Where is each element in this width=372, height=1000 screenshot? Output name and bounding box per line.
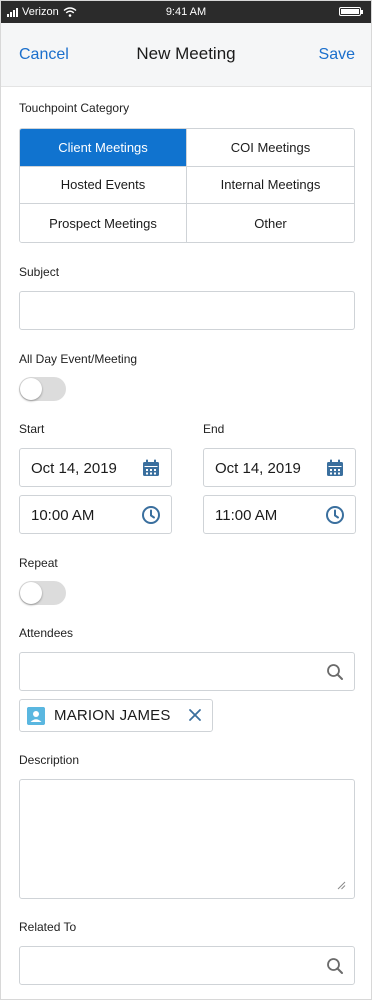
subject-field[interactable]	[19, 291, 355, 330]
subject-label: Subject	[19, 265, 60, 279]
description-label: Description	[19, 753, 80, 767]
clock-icon[interactable]	[325, 505, 345, 525]
attendee-name: MARION JAMES	[54, 707, 171, 724]
nav-bar: Cancel New Meeting Save	[1, 23, 371, 87]
contact-icon	[27, 707, 45, 725]
description-textarea[interactable]	[19, 779, 355, 899]
category-hosted-events[interactable]: Hosted Events	[20, 166, 187, 205]
end-time-value: 11:00 AM	[215, 507, 278, 524]
repeat-toggle[interactable]	[19, 581, 66, 605]
category-coi-meetings[interactable]: COI Meetings	[187, 129, 354, 167]
touchpoint-category-selector: Client Meetings COI Meetings Hosted Even…	[19, 128, 355, 243]
app-frame: Verizon 9:41 AM Cancel New Meeting Save …	[0, 0, 372, 1000]
resize-grip-icon[interactable]	[337, 881, 346, 890]
clock-icon[interactable]	[141, 505, 161, 525]
search-icon[interactable]	[326, 663, 344, 681]
calendar-icon[interactable]	[141, 458, 161, 478]
related-to-label: Related To	[19, 920, 77, 934]
category-client-meetings[interactable]: Client Meetings	[20, 129, 187, 167]
toggle-knob	[20, 378, 42, 400]
start-time-field[interactable]: 10:00 AM	[19, 495, 172, 534]
all-day-toggle[interactable]	[19, 377, 66, 401]
related-to-search-field[interactable]	[19, 946, 355, 985]
end-date-field[interactable]: Oct 14, 2019	[203, 448, 356, 487]
toggle-knob	[20, 582, 42, 604]
start-label: Start	[19, 422, 45, 436]
close-icon[interactable]	[188, 708, 202, 722]
repeat-label: Repeat	[19, 556, 58, 570]
battery-icon	[339, 7, 363, 16]
save-button[interactable]: Save	[319, 46, 355, 64]
status-bar: Verizon 9:41 AM	[1, 1, 371, 23]
end-time-field[interactable]: 11:00 AM	[203, 495, 356, 534]
touchpoint-category-label: Touchpoint Category	[19, 101, 130, 115]
search-icon[interactable]	[326, 957, 344, 975]
end-date-value: Oct 14, 2019	[215, 460, 301, 477]
start-time-value: 10:00 AM	[31, 507, 95, 524]
start-date-field[interactable]: Oct 14, 2019	[19, 448, 172, 487]
start-date-value: Oct 14, 2019	[31, 460, 117, 477]
end-label: End	[203, 422, 225, 436]
page-title: New Meeting	[136, 44, 236, 63]
calendar-icon[interactable]	[325, 458, 345, 478]
category-internal-meetings[interactable]: Internal Meetings	[187, 166, 354, 205]
attendees-search-field[interactable]	[19, 652, 355, 691]
attendees-label: Attendees	[19, 626, 74, 640]
category-other[interactable]: Other	[187, 204, 354, 242]
status-time: 9:41 AM	[165, 6, 207, 18]
attendee-chip[interactable]: MARION JAMES	[19, 699, 213, 732]
category-prospect-meetings[interactable]: Prospect Meetings	[20, 204, 187, 242]
all-day-label: All Day Event/Meeting	[19, 352, 138, 366]
